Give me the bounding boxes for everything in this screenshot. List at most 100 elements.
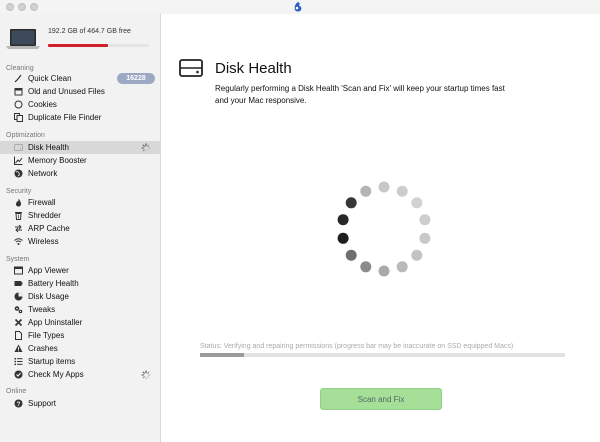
sidebar-item-label: Memory Booster <box>28 156 87 165</box>
copy-icon <box>14 113 23 122</box>
page-title: Disk Health <box>215 60 292 77</box>
scan-and-fix-button[interactable]: Scan and Fix <box>320 388 442 410</box>
sidebar-item-app-viewer[interactable]: App Viewer <box>0 264 160 277</box>
battery-icon <box>14 279 23 288</box>
sidebar-item-firewall[interactable]: Firewall <box>0 196 160 209</box>
disk-usage-fill <box>48 44 108 47</box>
cookie-icon <box>14 100 23 109</box>
spinner-dot <box>396 261 408 273</box>
app-window: 192.2 GB of 464.7 GB free Cleaning Quick… <box>0 0 600 442</box>
svg-text:?: ? <box>17 401 21 408</box>
check-circle-icon <box>14 370 23 379</box>
disk-usage-bar <box>48 44 149 47</box>
progress-fill <box>200 353 244 357</box>
arrows-icon <box>14 224 23 233</box>
sidebar-item-old-files[interactable]: Old and Unused Files <box>0 85 160 98</box>
sidebar-item-label: Quick Clean <box>28 74 72 83</box>
app-logo-icon <box>294 2 302 12</box>
section-cleaning: Cleaning <box>6 65 34 72</box>
count-badge: 16228 <box>117 73 155 84</box>
spinner-dot <box>378 265 390 277</box>
sidebar-item-label: File Types <box>28 331 65 340</box>
sidebar-item-memory-booster[interactable]: Memory Booster <box>0 154 160 167</box>
hard-drive-icon <box>14 143 23 152</box>
sidebar-item-arp-cache[interactable]: ARP Cache <box>0 222 160 235</box>
sidebar-item-crashes[interactable]: Crashes <box>0 342 160 355</box>
sidebar-item-label: Firewall <box>28 198 56 207</box>
loading-spinner-icon <box>141 370 151 380</box>
loading-spinner-icon <box>141 143 151 153</box>
document-icon <box>14 331 23 340</box>
minimize-window-button[interactable] <box>18 3 26 11</box>
sidebar-item-file-types[interactable]: File Types <box>0 329 160 342</box>
hard-drive-icon <box>179 59 203 77</box>
sidebar-item-support[interactable]: ? Support <box>0 397 160 410</box>
spinner-dot <box>396 185 408 197</box>
sidebar-item-label: Wireless <box>28 237 59 246</box>
section-optimization: Optimization <box>6 132 45 139</box>
status-text: Status: Verifying and repairing permissi… <box>200 343 514 350</box>
sidebar: 192.2 GB of 464.7 GB free Cleaning Quick… <box>0 14 161 442</box>
spinner-dot <box>360 261 372 273</box>
title-bar <box>0 0 600 14</box>
sidebar-item-label: App Viewer <box>28 266 69 275</box>
close-window-button[interactable] <box>6 3 14 11</box>
flame-icon <box>14 198 23 207</box>
progress-bar <box>200 353 565 357</box>
sidebar-item-disk-health[interactable]: Disk Health <box>0 141 160 154</box>
gears-icon <box>14 305 23 314</box>
zoom-window-button[interactable] <box>30 3 38 11</box>
sidebar-item-duplicate-finder[interactable]: Duplicate File Finder <box>0 111 160 124</box>
sidebar-item-label: Tweaks <box>28 305 56 314</box>
sidebar-item-label: Support <box>28 399 57 408</box>
loading-spinner <box>337 181 431 277</box>
sidebar-item-quick-clean[interactable]: Quick Clean 16228 <box>0 72 160 85</box>
broom-icon <box>14 74 23 83</box>
sidebar-item-label: Disk Usage <box>28 292 69 301</box>
spinner-dot <box>337 232 349 244</box>
spinner-dot <box>411 197 423 209</box>
x-icon <box>14 318 23 327</box>
sidebar-item-label: Crashes <box>28 344 58 353</box>
sidebar-item-label: Duplicate File Finder <box>28 113 102 122</box>
spinner-dot <box>419 214 431 226</box>
sidebar-item-label: Disk Health <box>28 143 69 152</box>
sidebar-item-startup-items[interactable]: Startup items <box>0 355 160 368</box>
spinner-dot <box>360 185 372 197</box>
main-panel: Disk Health Regularly performing a Disk … <box>162 14 600 442</box>
trash-icon <box>14 211 23 220</box>
sidebar-item-shredder[interactable]: Shredder <box>0 209 160 222</box>
spinner-dot <box>419 232 431 244</box>
spinner-dot <box>345 197 357 209</box>
help-icon: ? <box>14 399 23 408</box>
sidebar-item-wireless[interactable]: Wireless <box>0 235 160 248</box>
disk-summary: 192.2 GB of 464.7 GB free <box>0 14 160 54</box>
window-icon <box>14 266 23 275</box>
sidebar-item-label: App Uninstaller <box>28 318 83 327</box>
spinner-dot <box>378 181 390 193</box>
globe-icon <box>14 169 23 178</box>
spinner-dot <box>411 249 423 261</box>
spinner-dot <box>337 214 349 226</box>
spinner-dot <box>345 249 357 261</box>
sidebar-item-label: Shredder <box>28 211 61 220</box>
sidebar-item-cookies[interactable]: Cookies <box>0 98 160 111</box>
sidebar-item-label: Battery Health <box>28 279 79 288</box>
section-security: Security <box>6 188 32 195</box>
laptop-icon <box>6 29 40 49</box>
sidebar-item-app-uninstaller[interactable]: App Uninstaller <box>0 316 160 329</box>
page-description: Regularly performing a Disk Health 'Scan… <box>215 84 505 105</box>
disk-free-text: 192.2 GB of 464.7 GB free <box>48 28 131 35</box>
sidebar-item-label: Startup items <box>28 357 76 366</box>
sidebar-item-tweaks[interactable]: Tweaks <box>0 303 160 316</box>
section-system: System <box>6 256 30 263</box>
sidebar-item-network[interactable]: Network <box>0 167 160 180</box>
warning-icon <box>14 344 23 353</box>
pie-chart-icon <box>14 292 23 301</box>
wifi-icon <box>14 237 23 246</box>
sidebar-item-check-my-apps[interactable]: Check My Apps <box>0 368 160 381</box>
sidebar-item-disk-usage[interactable]: Disk Usage <box>0 290 160 303</box>
sidebar-item-label: ARP Cache <box>28 224 70 233</box>
sidebar-item-battery-health[interactable]: Battery Health <box>0 277 160 290</box>
list-icon <box>14 357 23 366</box>
